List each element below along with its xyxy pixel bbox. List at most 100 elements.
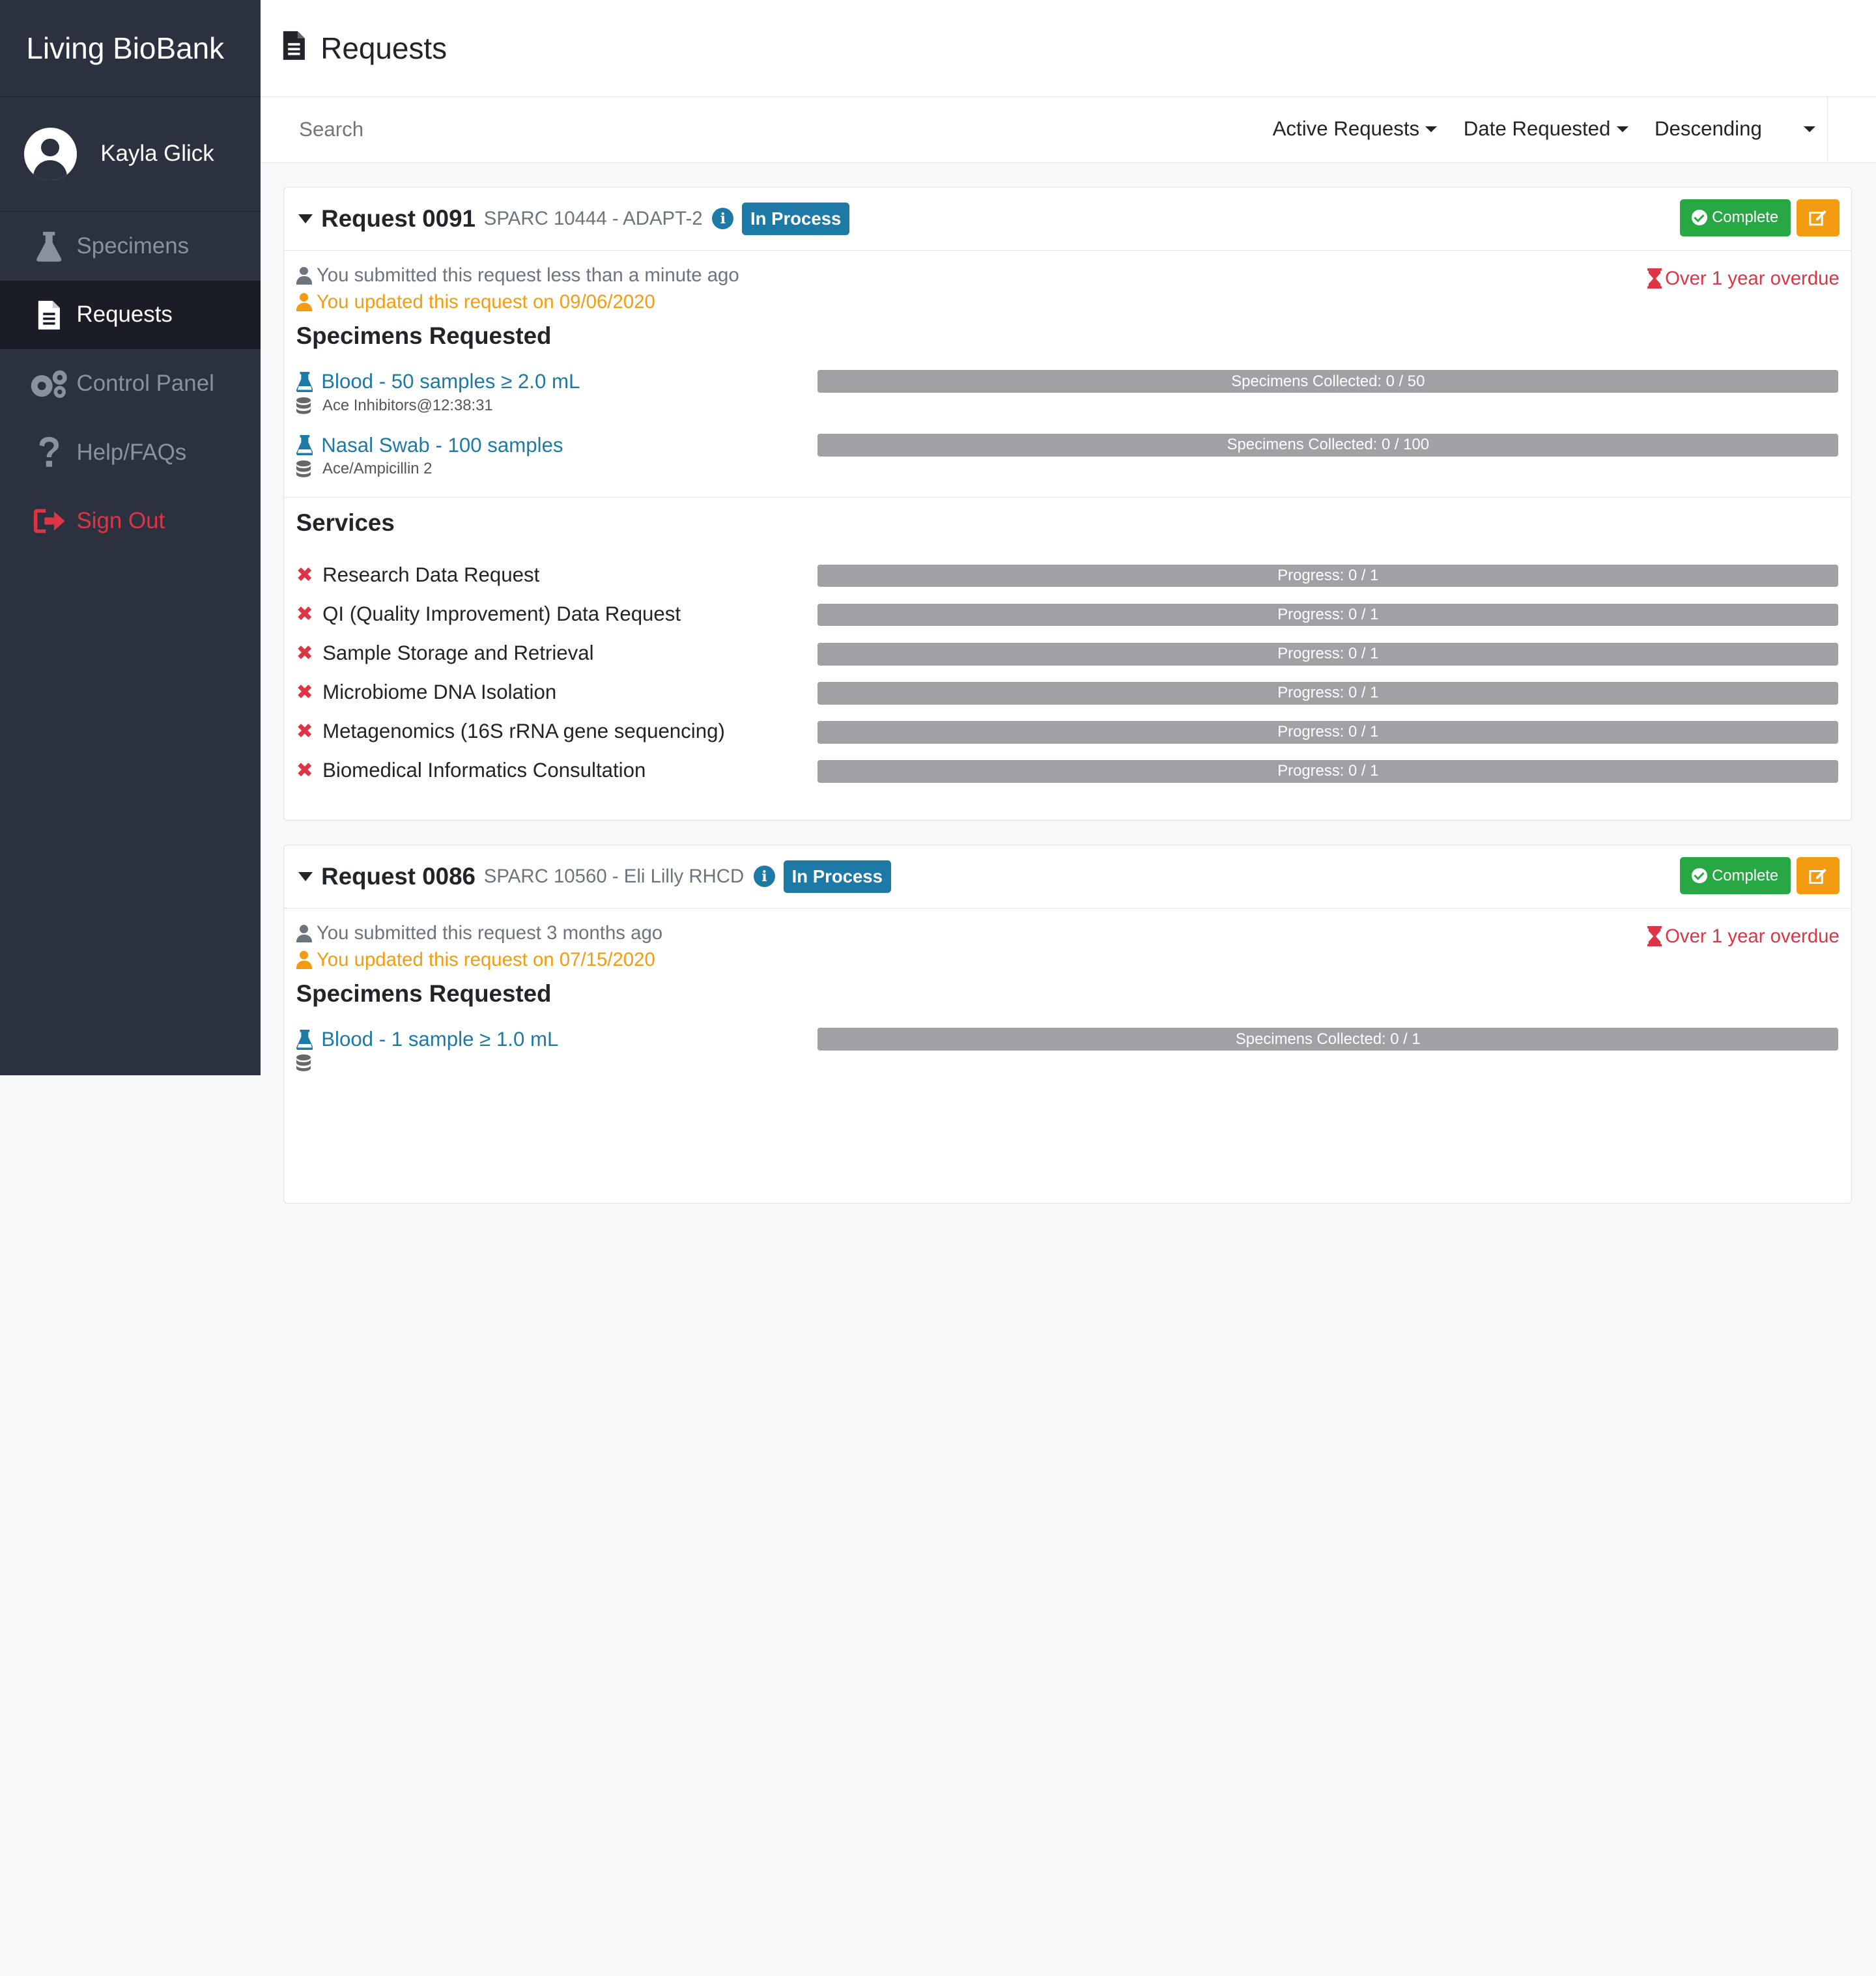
service-row: ✖ QI (Quality Improvement) Data Request Pr… [296,602,1840,642]
specimen-progress-bar: Specimens Collected: 0 / 50 [817,370,1839,393]
service-row: ✖ Biomedical Informatics Consultation Prog… [296,759,1840,798]
service-name: Metagenomics (16S rRNA gene sequencing) [322,719,725,742]
info-icon[interactable]: i [712,208,734,230]
caret-down-icon [1616,126,1628,132]
complete-button[interactable]: Complete [1679,857,1791,894]
collapse-caret-icon[interactable] [298,214,313,223]
specimen-link[interactable]: Nasal Swab - 100 samples [296,434,563,457]
collapse-caret-icon[interactable] [298,871,313,881]
request-title: Request 0086 [321,862,476,890]
service-name: Biomedical Informatics Consultation [322,758,646,782]
request-title: Request 0091 [321,205,476,232]
specimen-progress-bar: Specimens Collected: 0 / 1 [817,1028,1839,1051]
sign-out-icon [29,505,69,538]
flask-icon [296,371,313,392]
x-mark-icon: ✖ [296,563,313,587]
status-filter-dropdown[interactable]: Active Requests [1273,117,1438,141]
services-list: ✖ Research Data Request Progress: 0 / 1 ✖ QI… [296,563,1840,798]
brand-title[interactable]: Living BioBank [0,0,261,97]
sidebar-item-sign-out[interactable]: Sign Out [0,487,261,556]
service-item: ✖ Microbiome DNA Isolation [296,681,557,704]
specimen-row: Blood - 50 samples ≥ 2.0 mL Ace Inhibito… [296,370,1840,433]
edit-button[interactable] [1796,857,1840,894]
filter-group: Active Requests Date Requested Descendin… [1246,96,1828,162]
request-subtitle: SPARC 10560 - Eli Lilly RHCD [483,865,745,887]
submitted-text: You submitted this request 3 months ago [316,922,663,944]
sort-by-dropdown[interactable]: Date Requested [1464,117,1628,141]
request-card: Request 0091 SPARC 10444 - ADAPT-2 i In … [283,186,1853,821]
specimen-name: Blood - 50 samples ≥ 2.0 mL [321,370,580,393]
edit-icon [1809,868,1826,884]
request-card-header[interactable]: Request 0091 SPARC 10444 - ADAPT-2 i In … [284,188,1852,251]
overdue-text: Over 1 year overdue [1665,267,1840,289]
specimen-row: Nasal Swab - 100 samples Ace/Ampicillin … [296,433,1840,497]
sidebar-item-specimens[interactable]: Specimens [0,212,261,281]
edit-button[interactable] [1796,199,1840,236]
hourglass-icon [1647,926,1662,947]
sidebar-item-requests[interactable]: Requests [0,280,261,350]
user-name: Kayla Glick [100,141,214,167]
sidebar-item-help[interactable]: Help/FAQs [0,418,261,487]
sort-order-select[interactable]: Descending [1654,117,1816,141]
service-row: ✖ Microbiome DNA Isolation Progress: 0 / 1 [296,681,1840,720]
services-section-title: Services [296,509,395,537]
user-icon [296,951,312,969]
submitted-text: You submitted this request less than a m… [316,264,739,287]
search-input[interactable] [299,117,898,141]
request-card-body: You submitted this request less than a m… [284,251,1852,798]
service-item: ✖ Sample Storage and Retrieval [296,642,594,665]
specimen-name: Nasal Swab - 100 samples [321,433,563,457]
info-icon[interactable]: i [753,866,775,888]
specimen-link[interactable]: Blood - 50 samples ≥ 2.0 mL [296,370,580,393]
service-item: ✖ Biomedical Informatics Consultation [296,759,646,782]
status-badge: In Process [742,202,850,235]
flask-icon [29,229,69,262]
service-progress-bar: Progress: 0 / 1 [817,681,1839,705]
service-progress-bar: Progress: 0 / 1 [817,642,1839,666]
status-filter-label: Active Requests [1272,117,1420,141]
document-icon [29,298,69,332]
check-circle-icon [1691,868,1707,884]
updated-info: You updated this request on 09/06/2020 [296,289,1840,315]
service-item: ✖ Metagenomics (16S rRNA gene sequencing) [296,720,725,743]
user-icon [296,266,312,285]
x-mark-icon: ✖ [296,641,313,665]
service-name: Sample Storage and Retrieval [322,641,594,664]
x-mark-icon: ✖ [296,719,313,743]
divider [284,496,1852,498]
updated-text: You updated this request on 07/15/2020 [316,948,655,970]
updated-text: You updated this request on 09/06/2020 [316,290,655,313]
document-icon [282,30,306,66]
user-avatar-icon [23,128,77,180]
service-name: QI (Quality Improvement) Data Request [322,602,681,625]
request-card-header[interactable]: Request 0086 SPARC 10560 - Eli Lilly RHC… [284,845,1852,909]
user-icon [296,293,312,311]
sort-order-label: Descending [1654,117,1762,141]
updated-info: You updated this request on 07/15/2020 [296,947,1840,973]
hourglass-icon [1647,268,1662,289]
submitted-info: You submitted this request 3 months ago [296,920,1840,946]
sidebar-item-control-panel[interactable]: Control Panel [0,349,261,418]
specimen-link[interactable]: Blood - 1 sample ≥ 1.0 mL [296,1028,558,1051]
user-icon [296,924,312,943]
specimens-section-title: Specimens Requested [296,980,552,1008]
request-card: Request 0086 SPARC 10560 - Eli Lilly RHC… [283,844,1853,1204]
service-name: Research Data Request [322,563,540,586]
service-row: ✖ Metagenomics (16S rRNA gene sequencing)… [296,720,1840,759]
x-mark-icon: ✖ [296,758,313,782]
overdue-status: Over 1 year overdue [1647,925,1840,948]
request-subtitle: SPARC 10444 - ADAPT-2 [483,207,703,229]
user-profile[interactable]: Kayla Glick [0,97,261,212]
complete-button-label: Complete [1712,208,1779,227]
flask-icon [296,435,313,456]
specimen-detail-text: Ace/Ampicillin 2 [322,460,433,478]
sidebar-item-label: Control Panel [76,371,214,397]
status-badge: In Process [783,860,891,894]
specimen-detail: Ace Inhibitors@12:38:31 [296,397,493,415]
question-icon [29,436,69,469]
complete-button[interactable]: Complete [1679,199,1791,236]
sidebar-item-label: Specimens [76,233,190,259]
overdue-text: Over 1 year overdue [1665,925,1840,947]
request-card-body: You submitted this request 3 months ago … [284,909,1851,1092]
caret-down-icon [1425,126,1438,132]
